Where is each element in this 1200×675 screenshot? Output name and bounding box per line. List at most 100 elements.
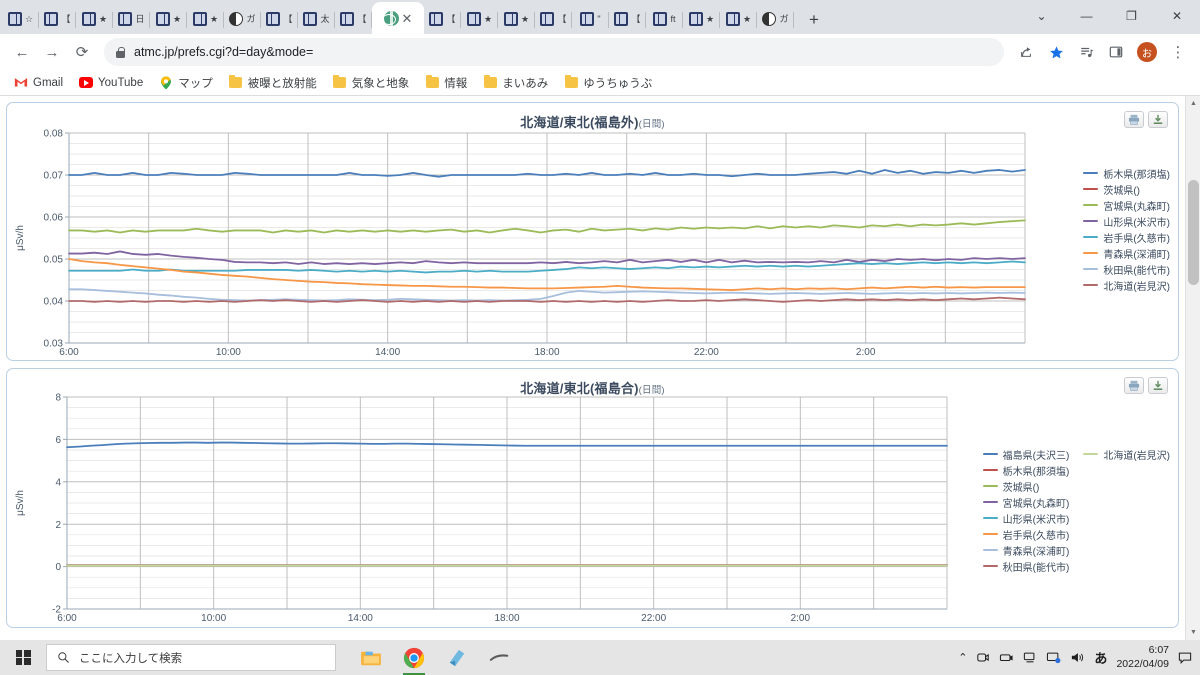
legend-column: 福島県(夫沢三) 栃木県(那須塩) 茨城県() 宮城県(丸森町) 山形県(米沢市) 岩手県… <box>982 446 1070 574</box>
system-tray: ⌃ あ 6:07 2022/04/09 <box>958 644 1200 670</box>
blue-app-icon[interactable] <box>438 640 476 675</box>
legend-item[interactable]: 岩手県(久慈市) <box>982 526 1069 542</box>
browser-tab[interactable]: ★ <box>720 4 757 34</box>
browser-tab[interactable]: 【 <box>424 4 461 34</box>
profile-avatar[interactable]: お <box>1137 42 1157 62</box>
camera-icon[interactable] <box>976 651 990 664</box>
gmail-icon <box>14 76 28 90</box>
folder-icon <box>229 75 243 90</box>
browser-tab[interactable]: ★ <box>683 4 720 34</box>
maximize-button[interactable]: ❐ <box>1109 0 1154 31</box>
close-tab-icon[interactable]: ✕ <box>402 12 413 25</box>
legend-item[interactable]: 青森県(深浦町) <box>982 542 1069 558</box>
reload-icon[interactable]: ⟳ <box>68 38 96 66</box>
taskbar-clock[interactable]: 6:07 2022/04/09 <box>1116 644 1169 670</box>
bookmark-item[interactable]: ゆうちゅうぶ <box>558 73 658 93</box>
bookmark-item[interactable]: 被曝と放射能 <box>223 73 323 93</box>
bookmark-item[interactable]: マップ <box>153 73 219 93</box>
chrome-menu-icon[interactable]: ⋮ <box>1164 38 1192 66</box>
taskbar-search-box[interactable]: ここに入力して検索 <box>46 644 336 671</box>
browser-tab[interactable]: ガ <box>224 4 261 34</box>
forward-icon[interactable]: → <box>38 38 66 66</box>
browser-tab[interactable]: ★ <box>461 4 498 34</box>
browser-tab[interactable]: 【 <box>261 4 298 34</box>
bookmark-item[interactable]: 情報 <box>419 73 473 93</box>
legend-color-swatch <box>982 564 998 568</box>
reading-list-icon[interactable] <box>1072 38 1100 66</box>
browser-tab[interactable]: ★ <box>187 4 224 34</box>
legend-item[interactable]: 宮城県(丸森町) <box>982 494 1069 510</box>
webcam-icon[interactable] <box>999 651 1014 664</box>
address-bar[interactable]: atmc.jp/prefs.cgi?d=day&mode= <box>104 38 1004 66</box>
legend-item[interactable]: 山形県(米沢市) <box>982 510 1069 526</box>
legend-label: 山形県(米沢市) <box>1103 217 1170 229</box>
google-chrome-icon[interactable] <box>395 640 433 675</box>
browser-tab[interactable]: ★ <box>498 4 535 34</box>
notification-center-icon[interactable] <box>1178 651 1192 664</box>
side-panel-icon[interactable] <box>1102 38 1130 66</box>
browser-tab[interactable]: ガ <box>757 4 794 34</box>
browser-tab[interactable]: 日 <box>113 4 150 34</box>
browser-tab[interactable]: 太 <box>298 4 335 34</box>
monitor-icon[interactable] <box>1023 651 1037 664</box>
close-window-button[interactable]: ✕ <box>1154 0 1200 31</box>
tab-search-button[interactable]: ⌄ <box>1019 0 1064 31</box>
browser-tab[interactable]: ft <box>646 4 683 34</box>
legend-item[interactable]: 栃木県(那須塩) <box>982 462 1069 478</box>
legend-item[interactable]: 山形県(米沢市) <box>1083 213 1170 229</box>
legend-item[interactable]: 福島県(夫沢三) <box>982 446 1069 462</box>
browser-tab[interactable]: 【 <box>535 4 572 34</box>
screen-share-icon[interactable] <box>1046 651 1061 664</box>
legend-item[interactable]: 秋田県(能代市) <box>982 558 1069 574</box>
browser-tab[interactable]: ★ <box>76 4 113 34</box>
pen-app-icon[interactable] <box>481 640 519 675</box>
legend-item[interactable]: 茨城県() <box>1083 181 1170 197</box>
start-button[interactable] <box>0 640 46 675</box>
minimize-button[interactable]: — <box>1064 0 1109 31</box>
site-favicon-icon <box>580 12 595 26</box>
bookmark-item[interactable]: Gmail <box>8 74 69 92</box>
tray-overflow-icon[interactable]: ⌃ <box>958 651 967 664</box>
legend-label: 青森県(深浦町) <box>1103 249 1170 261</box>
browser-tab-active[interactable]: ✕ <box>372 2 424 34</box>
bookmark-item[interactable]: YouTube <box>73 74 149 92</box>
file-explorer-icon[interactable] <box>352 640 390 675</box>
ime-indicator[interactable]: あ <box>1094 648 1107 667</box>
youtube-icon <box>79 76 94 90</box>
legend-item[interactable]: 宮城県(丸森町) <box>1083 197 1170 213</box>
bookmark-label: 情報 <box>444 77 468 90</box>
back-icon[interactable]: ← <box>8 38 36 66</box>
legend-item[interactable]: 岩手県(久慈市) <box>1083 229 1170 245</box>
legend-item[interactable]: 茨城県() <box>982 478 1070 494</box>
browser-tab[interactable]: ☆ <box>2 4 39 34</box>
maps-pin-icon <box>159 75 173 90</box>
legend-item[interactable]: 北海道(岩見沢) <box>1083 277 1170 293</box>
legend-item[interactable]: 青森県(深浦町) <box>1083 245 1170 261</box>
legend-item[interactable]: 栃木県(那須塩) <box>1083 165 1170 181</box>
scrollbar-thumb[interactable] <box>1188 180 1199 285</box>
browser-tab[interactable]: 【 <box>39 4 76 34</box>
new-tab-button[interactable]: + <box>800 6 828 34</box>
legend-item[interactable]: 北海道(岩見沢) <box>1083 446 1170 462</box>
windows-taskbar: ここに入力して検索 ⌃ あ 6:07 2022/04/09 <box>0 640 1200 675</box>
site-favicon-icon <box>688 12 703 26</box>
svg-text:2:00: 2:00 <box>791 613 811 624</box>
bookmarks-bar: Gmail YouTube マップ 被曝と放射能 気象と地象 情報 まいあみ ゆうちゅうぶ <box>0 70 1200 96</box>
browser-tab-title: " <box>597 14 601 24</box>
browser-tab[interactable]: " <box>572 4 609 34</box>
share-icon[interactable] <box>1012 38 1040 66</box>
browser-tab[interactable]: 【 <box>609 4 646 34</box>
volume-icon[interactable] <box>1070 651 1085 664</box>
browser-tab[interactable]: 【 <box>335 4 372 34</box>
scroll-down-arrow[interactable]: ▼ <box>1186 625 1200 640</box>
bookmark-item[interactable]: 気象と地象 <box>327 73 416 93</box>
legend-color-swatch <box>982 452 998 456</box>
legend-item[interactable]: 秋田県(能代市) <box>1083 261 1170 277</box>
browser-tab-title: ガ <box>246 14 256 24</box>
page-scrollbar[interactable]: ▲ ▼ <box>1185 96 1200 640</box>
bookmark-star-icon[interactable] <box>1042 38 1070 66</box>
scroll-up-arrow[interactable]: ▲ <box>1186 96 1200 111</box>
browser-tab[interactable]: ★ <box>150 4 187 34</box>
bookmark-item[interactable]: まいあみ <box>477 73 554 93</box>
bookmark-label: 被曝と放射能 <box>247 77 317 90</box>
